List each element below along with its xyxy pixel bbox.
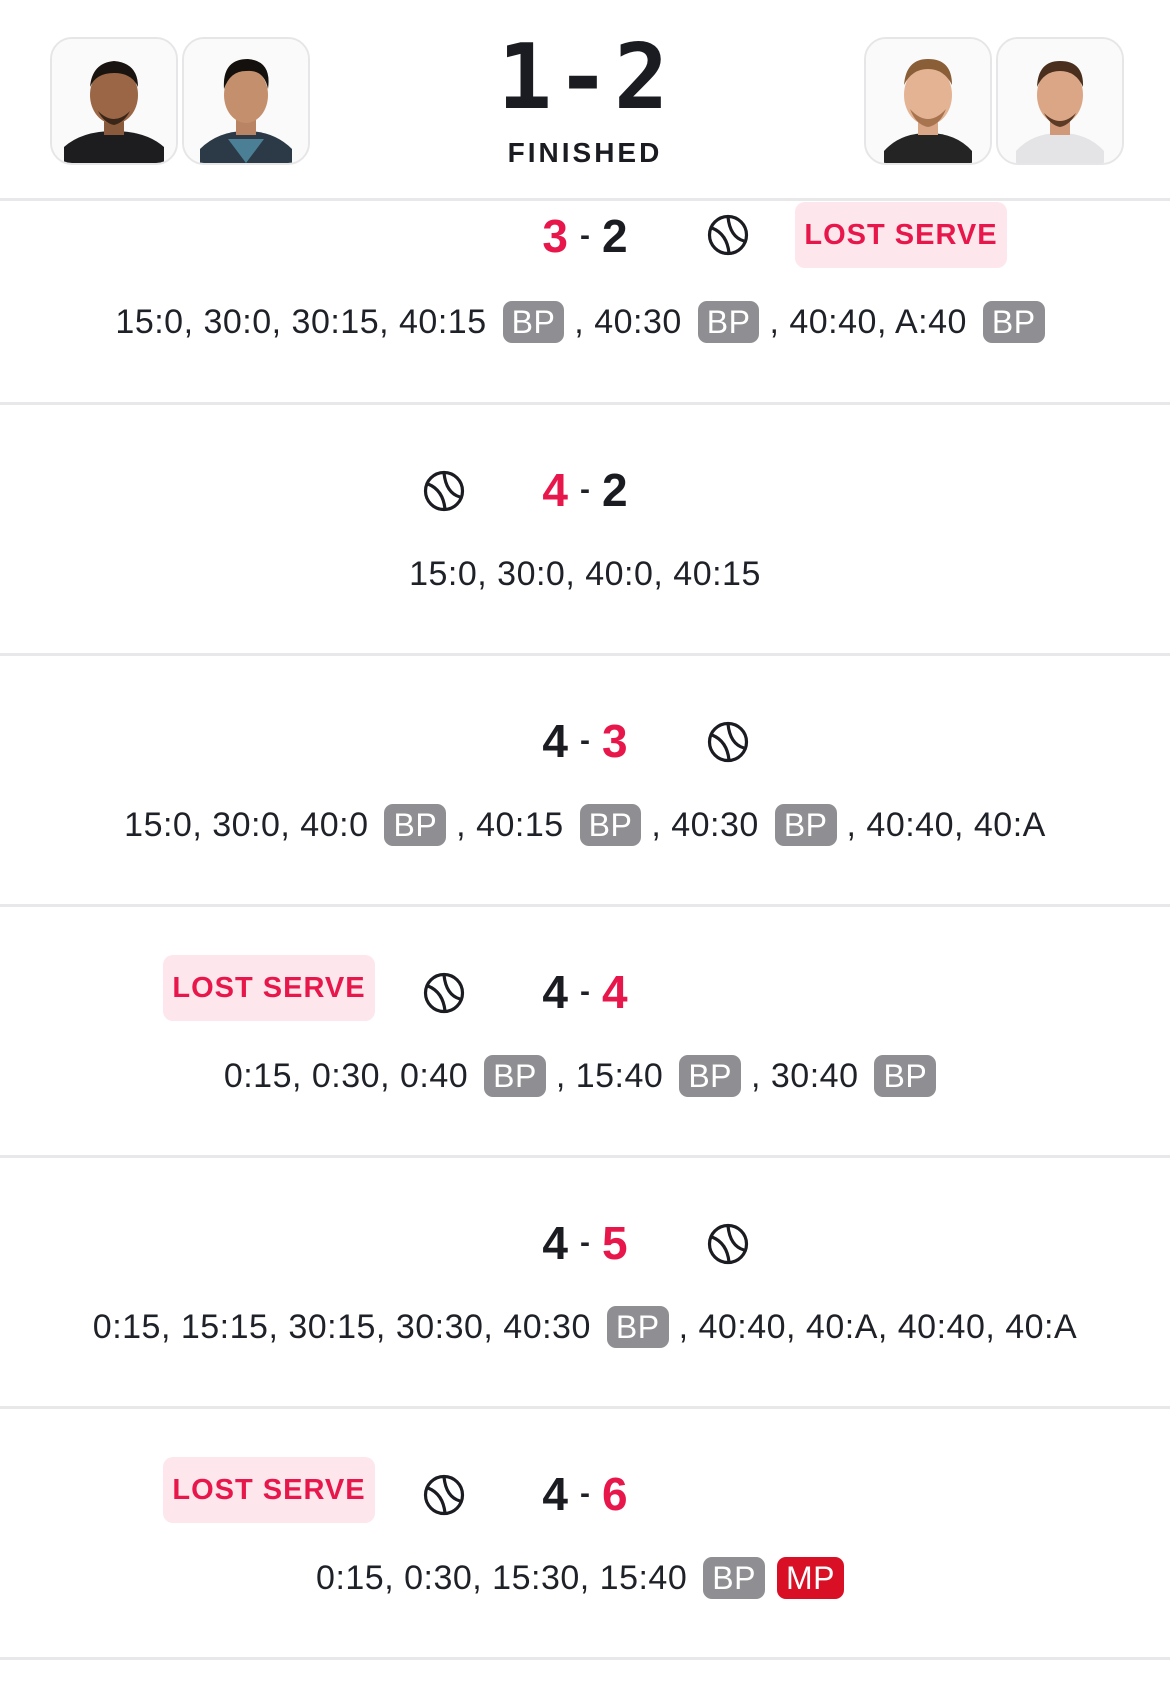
break-point-tag: BP [874,1055,937,1098]
home-games: 4 [542,715,568,767]
lost-serve-badge: LOST SERVE [795,202,1007,268]
break-point-tag: BP [502,301,565,344]
game-score: 4-3 [542,715,628,767]
player-avatar[interactable] [996,37,1124,165]
away-games: 6 [602,1468,628,1520]
home-games: 4 [542,464,568,516]
game-score: 4-6 [542,1468,628,1520]
game-score: 4-4 [542,966,628,1018]
break-point-tag: BP [384,804,447,847]
break-point-tag: BP [697,301,760,344]
lost-serve-badge: LOST SERVE [163,1457,375,1523]
game-row: LOST SERVE 4-6 0:15, 0:30, 15:30, 15:40 B… [0,1409,1170,1660]
break-point-tag: BP [484,1055,546,1098]
home-games: 4 [542,966,568,1018]
player-photo [998,39,1122,163]
player-avatar[interactable] [864,37,992,165]
serve-ball-icon [423,1474,465,1516]
away-games: 5 [602,1217,628,1269]
home-games: 4 [542,1468,568,1520]
break-point-tag: BP [679,1055,741,1098]
serve-ball-icon [423,470,465,512]
match-sets-score: 1-2 [497,25,673,130]
away-games: 2 [602,464,628,516]
break-point-tag: BP [703,1557,765,1600]
serve-ball-icon [707,1223,749,1265]
game-row: 4-3 15:0, 30:0, 40:0 BP, 40:15 BP, 40:30 BP… [0,656,1170,907]
lost-serve-badge: LOST SERVE [163,955,375,1021]
break-point-tag: BP [982,301,1045,344]
point-sequence: 0:15, 15:15, 30:15, 30:30, 40:30 BP, 40:4… [0,1303,1170,1351]
point-sequence: 15:0, 30:0, 40:0, 40:15 [409,555,761,593]
match-point-tag: MP [776,1557,844,1600]
home-games: 4 [542,1217,568,1269]
away-games: 3 [602,715,628,767]
match-header: 1-2 FINISHED [0,0,1170,201]
point-sequence: 0:15, 0:30, 15:30, 15:40 BP MP [0,1554,1170,1602]
game-score: 4-5 [542,1217,628,1269]
player-photo [866,39,990,163]
point-sequence: 15:0, 30:0, 30:15, 40:15 BP, 40:30 BP, 40:… [0,298,1170,346]
game-row: 3-2 LOST SERVE 15:0, 30:0, 30:15, 40:15 B… [0,200,1170,405]
serve-ball-icon [707,721,749,763]
game-score: 4-2 [542,464,628,516]
break-point-tag: BP [774,804,837,847]
game-row: LOST SERVE 4-4 0:15, 0:30, 0:40 BP, 15:40… [0,907,1170,1158]
point-sequence: 0:15, 0:30, 0:40 BP, 15:40 BP, 30:40 BP [0,1052,1170,1100]
game-score: 3-2 [542,210,628,262]
home-games: 3 [542,210,568,262]
serve-ball-icon [707,214,749,256]
game-row: 4-2 15:0, 30:0, 40:0, 40:15 [0,405,1170,656]
away-games: 4 [602,966,628,1018]
serve-ball-icon [423,972,465,1014]
point-sequence: 15:0, 30:0, 40:0 BP, 40:15 BP, 40:30 BP, 40… [0,801,1170,849]
match-status: FINISHED [507,137,663,168]
break-point-tag: BP [606,1306,669,1349]
game-row: 4-5 0:15, 15:15, 30:15, 30:30, 40:30 BP, … [0,1158,1170,1409]
break-point-tag: BP [579,804,642,847]
away-games: 2 [602,210,628,262]
